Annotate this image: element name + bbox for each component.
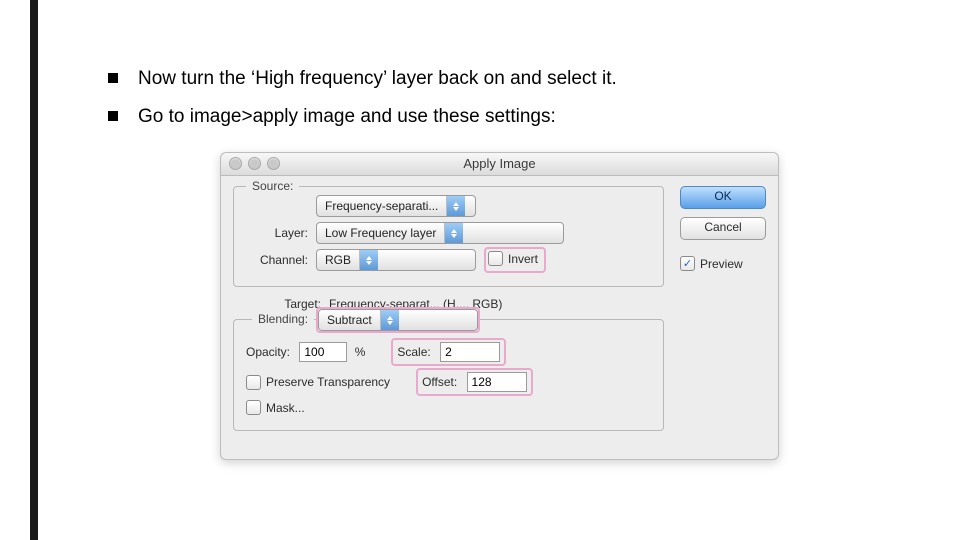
close-icon[interactable] (229, 157, 242, 170)
source-select[interactable]: Frequency-separati... (316, 195, 476, 217)
channel-label: Channel: (246, 253, 308, 267)
updown-arrows-icon (380, 310, 399, 330)
blending-select[interactable]: Subtract (318, 309, 478, 331)
blending-select-value: Subtract (319, 313, 380, 327)
scale-input[interactable] (440, 342, 500, 362)
preserve-transparency-checkbox[interactable]: Preserve Transparency (246, 375, 390, 390)
channel-select[interactable]: RGB (316, 249, 476, 271)
preserve-label: Preserve Transparency (266, 375, 390, 389)
opacity-input[interactable] (299, 342, 347, 362)
layer-label: Layer: (246, 226, 308, 240)
checkbox-box-icon (488, 251, 503, 266)
slide-side-rule (30, 0, 38, 540)
source-select-value: Frequency-separati... (317, 199, 446, 213)
dialog-titlebar[interactable]: Apply Image (221, 153, 778, 176)
minimize-icon[interactable] (248, 157, 261, 170)
bullet-square-icon (108, 73, 118, 83)
blending-legend: Blending: (252, 312, 314, 326)
bullet-text: Go to image>apply image and use these se… (138, 105, 556, 129)
checkbox-box-icon (246, 400, 261, 415)
blending-fieldset: Blending: Subtract Opacity: % (233, 319, 664, 431)
bullet-list: Now turn the ‘High frequency’ layer back… (108, 67, 848, 143)
updown-arrows-icon (446, 196, 465, 216)
mask-checkbox[interactable]: Mask... (246, 400, 305, 415)
offset-input[interactable] (467, 372, 527, 392)
target-label: Target: (233, 297, 321, 311)
source-fieldset: Source: Frequency-separati... Layer: Low… (233, 186, 664, 287)
source-legend: Source: (246, 179, 299, 193)
ok-button[interactable]: OK (680, 186, 766, 209)
scale-label: Scale: (397, 345, 430, 359)
opacity-label: Opacity: (246, 345, 290, 359)
layer-select-value: Low Frequency layer (317, 226, 444, 240)
bullet-item: Now turn the ‘High frequency’ layer back… (108, 67, 848, 91)
updown-arrows-icon (444, 223, 463, 243)
window-controls[interactable] (229, 157, 280, 170)
preview-checkbox[interactable]: ✓ Preview (680, 256, 743, 271)
mask-label: Mask... (266, 401, 305, 415)
channel-select-value: RGB (317, 253, 359, 267)
cancel-button[interactable]: Cancel (680, 217, 766, 240)
checkbox-box-icon: ✓ (680, 256, 695, 271)
bullet-item: Go to image>apply image and use these se… (108, 105, 848, 129)
offset-label: Offset: (422, 375, 457, 389)
updown-arrows-icon (359, 250, 378, 270)
invert-label: Invert (508, 252, 538, 266)
bullet-text: Now turn the ‘High frequency’ layer back… (138, 67, 617, 91)
percent-label: % (355, 345, 366, 359)
preview-label: Preview (700, 257, 743, 271)
checkbox-box-icon (246, 375, 261, 390)
layer-select[interactable]: Low Frequency layer (316, 222, 564, 244)
dialog-title: Apply Image (463, 156, 535, 171)
zoom-icon[interactable] (267, 157, 280, 170)
invert-checkbox[interactable]: Invert (488, 251, 538, 266)
apply-image-dialog: Apply Image Source: Frequency-separati..… (220, 152, 779, 460)
bullet-square-icon (108, 111, 118, 121)
